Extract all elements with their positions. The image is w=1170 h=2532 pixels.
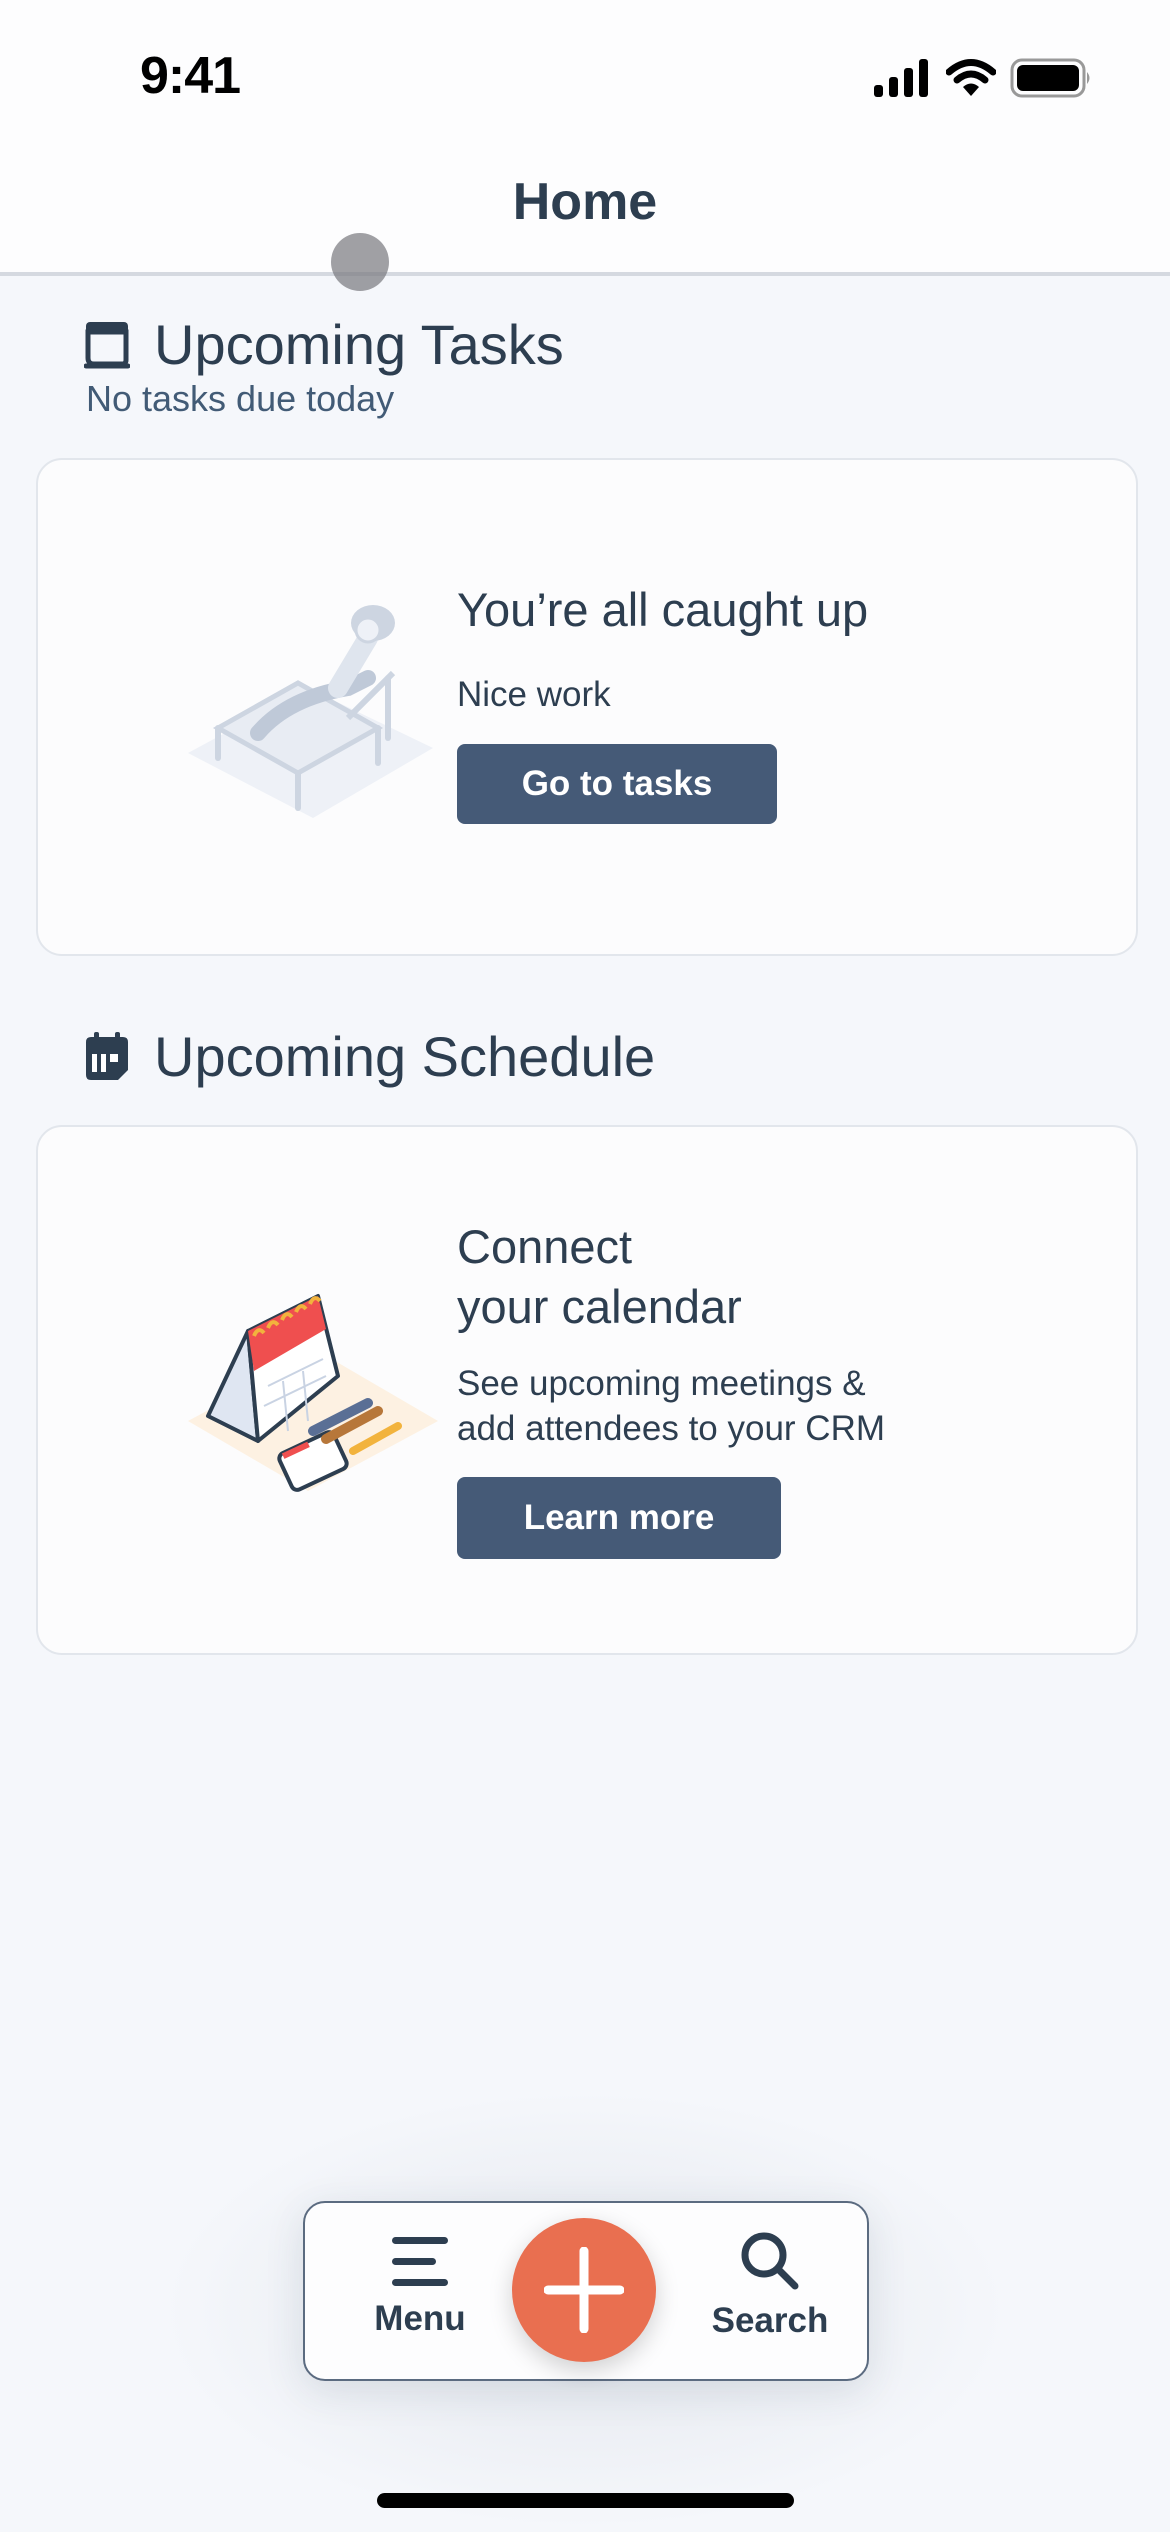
card-body: Nice work: [457, 675, 611, 714]
page-title: Home: [512, 173, 658, 231]
person-relaxing-chair-illustration: [188, 605, 433, 818]
tab-label-search: Search: [711, 2301, 829, 2340]
card-body-line1: See upcoming meetings &: [457, 1364, 866, 1403]
add-button[interactable]: [512, 2218, 656, 2362]
nav-header: Home: [0, 150, 1170, 276]
wifi-icon: [946, 59, 996, 96]
go-to-tasks-button[interactable]: Go to tasks: [457, 744, 777, 824]
hamburger-menu-icon: [392, 2237, 448, 2286]
desk-calendar-illustration: [188, 1294, 438, 1492]
tab-search[interactable]: Search: [695, 2203, 845, 2379]
task-book-icon: [84, 321, 130, 368]
status-bar: 9:41: [0, 0, 1170, 150]
card-title-line2: your calendar: [457, 1280, 742, 1333]
section-subtitle: No tasks due today: [86, 378, 395, 419]
schedule-section-header: Upcoming Schedule: [84, 1024, 655, 1089]
tab-menu[interactable]: Menu: [345, 2203, 495, 2379]
battery-icon: [1010, 58, 1090, 98]
tab-label-menu: Menu: [374, 2299, 466, 2338]
plus-icon: [544, 2247, 624, 2333]
card-body-line2: add attendees to your CRM: [457, 1409, 886, 1448]
status-time: 9:41: [140, 47, 241, 105]
cellular-signal-icon: [874, 59, 928, 97]
section-title: Upcoming Tasks: [154, 313, 564, 376]
search-icon: [741, 2232, 799, 2290]
tasks-section-header: Upcoming Tasks: [84, 312, 564, 377]
section-title: Upcoming Schedule: [154, 1025, 656, 1088]
tasks-card: You’re all caught up Nice work Go to tas…: [36, 458, 1138, 956]
card-title-line1: Connect: [457, 1220, 633, 1273]
schedule-card: Connect your calendar See upcoming meeti…: [36, 1125, 1138, 1655]
touch-indicator: [331, 233, 389, 291]
learn-more-button[interactable]: Learn more: [457, 1477, 781, 1559]
card-title: You’re all caught up: [457, 583, 869, 636]
home-indicator[interactable]: [377, 2493, 794, 2508]
calendar-icon: [86, 1031, 128, 1080]
status-icons: [872, 58, 1092, 98]
